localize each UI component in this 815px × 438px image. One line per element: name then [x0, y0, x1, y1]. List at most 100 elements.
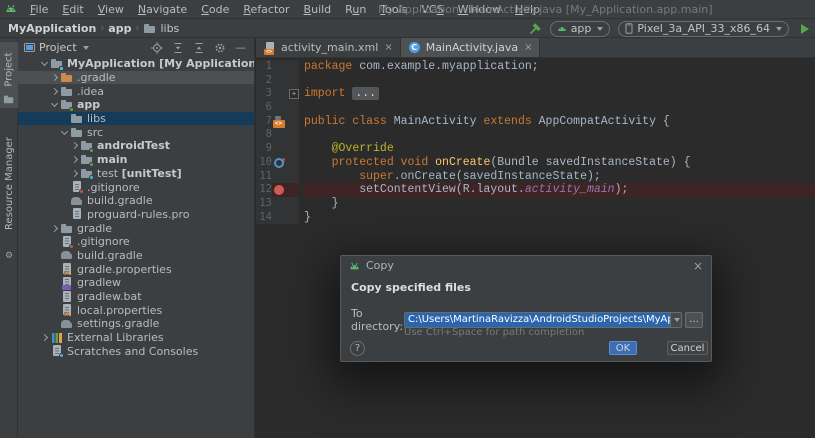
tree-item--gradle[interactable]: .gradle [18, 70, 254, 85]
device-label: Pixel_3a_API_33_x86_64 [637, 22, 770, 35]
tree-chevron-icon[interactable] [68, 169, 80, 177]
tree-item-myapplication-my-application-[interactable]: MyApplication [My Application]C:\Users\M… [18, 57, 254, 71]
tree-item-label: .gradle [77, 71, 116, 85]
tree-item-gradlew[interactable]: gradlew [18, 276, 254, 290]
tree-chevron-icon[interactable] [68, 142, 80, 150]
project-folder-icon [50, 58, 64, 71]
hide-panel-icon[interactable]: — [235, 41, 246, 54]
breadcrumb-label: app [108, 21, 132, 35]
project-view-selector[interactable]: Project [24, 41, 89, 54]
settings-gear-icon[interactable] [214, 42, 226, 54]
browse-button[interactable]: … [685, 312, 703, 328]
tool-stripe-structure[interactable]: Structure [0, 400, 18, 438]
tree-item-label: gradlew [77, 276, 122, 290]
locate-file-icon[interactable] [151, 41, 163, 54]
editor-tab-mainactivity-java[interactable]: MainActivity.java × [400, 38, 541, 57]
file-gitignore-icon [70, 181, 84, 194]
tree-chevron-icon[interactable] [38, 59, 50, 67]
tree-item-app[interactable]: app [18, 98, 254, 112]
android-studio-window: File Edit View Navigate Code Refactor Build Run… [0, 0, 815, 438]
to-directory-value[interactable]: C:\Users\MartinaRavizza\AndroidStudioPro… [405, 313, 671, 327]
tree-item-main[interactable]: main [18, 153, 254, 167]
tree-chevron-icon[interactable] [38, 334, 50, 342]
menu-item-navigate[interactable]: Navigate [132, 2, 193, 17]
line-number: 8 [256, 128, 272, 143]
editor-tab-activity-main-xml[interactable]: activity_main.xml × [256, 38, 401, 57]
gutter-slot[interactable] [272, 183, 287, 197]
tree-item-gradle-properties[interactable]: gradle.properties [18, 262, 254, 276]
breadcrumb-item-app[interactable]: app [108, 22, 131, 35]
close-icon[interactable]: × [693, 259, 703, 273]
tree-item-libs[interactable]: libs [18, 111, 254, 126]
code-line-text: protected void onCreate(Bundle savedInst… [331, 155, 691, 169]
line-number: 11 [256, 169, 272, 184]
tree-chevron-icon[interactable] [58, 127, 70, 135]
navigation-toolbar: MyApplication › app › libs app Pixel_3a_API_… [0, 19, 815, 38]
tool-stripe-project[interactable]: Project [0, 42, 18, 108]
menu-item-edit[interactable]: Edit [56, 2, 89, 17]
copy-dialog-titlebar[interactable]: Copy × [341, 256, 711, 275]
tree-item-settings-gradle[interactable]: settings.gradle [18, 317, 254, 331]
menu-item-build[interactable]: Build [298, 2, 338, 17]
fold-slot[interactable] [287, 87, 301, 102]
tree-item-gradle[interactable]: gradle [18, 221, 254, 235]
tab-close-icon[interactable]: × [524, 42, 532, 53]
tree-item-src[interactable]: src [18, 125, 254, 139]
gutter-slot [272, 142, 287, 156]
fold-plus-icon[interactable] [287, 88, 301, 100]
tree-item-proguard-rules-pro[interactable]: proguard-rules.pro [18, 208, 254, 222]
menu-item-code[interactable]: Code [195, 2, 235, 17]
tool-stripe-resource-manager[interactable]: Resource Manager ⚙ [0, 120, 18, 262]
tree-item-androidtest[interactable]: androidTest [18, 139, 254, 153]
menu-item-view[interactable]: View [92, 2, 130, 17]
run-config-dropdown[interactable]: app [549, 20, 611, 37]
tree-item-build-gradle[interactable]: build.gradle [18, 194, 254, 208]
menu-item-file[interactable]: File [24, 2, 54, 17]
tree-item-label: build.gradle [77, 248, 143, 262]
to-directory-combobox[interactable]: C:\Users\MartinaRavizza\AndroidStudioPro… [404, 312, 682, 328]
code-editor[interactable]: 1 package com.example.myapplication; 23 imp… [256, 58, 815, 225]
build-hammer-icon[interactable] [528, 22, 542, 35]
breakpoint-icon[interactable] [273, 184, 287, 196]
run-button[interactable] [801, 23, 809, 34]
tree-item-external-libraries[interactable]: External Libraries [18, 331, 254, 345]
gutter-slot[interactable] [272, 114, 287, 129]
gutter-slot [272, 196, 287, 211]
tree-item--gitignore[interactable]: .gitignore [18, 180, 254, 194]
cancel-button[interactable]: Cancel [667, 341, 708, 355]
help-button[interactable]: ? [350, 341, 365, 356]
project-panel-title: Project [39, 41, 77, 54]
menu-item-refactor[interactable]: Refactor [237, 2, 295, 17]
code-line-text: package com.example.myapplication; [304, 60, 539, 73]
tree-item-label: gradle.properties [77, 262, 172, 276]
tree-item-test[interactable]: test [unitTest] [18, 167, 254, 181]
menu-item-run[interactable]: Run [339, 2, 372, 17]
tree-chevron-icon[interactable] [48, 100, 60, 108]
tree-chevron-icon[interactable] [48, 224, 60, 232]
collapse-all-icon[interactable] [193, 42, 205, 54]
code-line-text: } [304, 196, 339, 210]
fold-slot [287, 128, 299, 143]
combobox-arrow[interactable] [670, 313, 681, 327]
file-script-icon [60, 276, 74, 290]
device-dropdown[interactable]: Pixel_3a_API_33_x86_64 [618, 20, 789, 37]
folder-orange-icon [60, 72, 74, 84]
gutter-slot[interactable] [272, 156, 287, 170]
expand-all-icon[interactable] [172, 42, 184, 54]
tree-item-build-gradle[interactable]: build.gradle [18, 249, 254, 263]
breadcrumb-separator: › [100, 22, 105, 34]
tree-item--idea[interactable]: .idea [18, 84, 254, 98]
tree-chevron-icon[interactable] [68, 156, 80, 164]
tree-item--gitignore[interactable]: .gitignore [18, 235, 254, 249]
file-gitignore-icon [60, 235, 74, 249]
tree-chevron-icon[interactable] [48, 73, 60, 82]
tab-close-icon[interactable]: × [384, 42, 392, 53]
tree-item-local-properties[interactable]: local.properties [18, 303, 254, 317]
breadcrumb-item-myapplication[interactable]: MyApplication [8, 22, 96, 35]
tree-item-scratches-and-consoles[interactable]: Scratches and Consoles [18, 344, 254, 359]
tree-chevron-icon[interactable] [48, 87, 60, 95]
ok-button[interactable]: OK [609, 341, 637, 355]
breadcrumb-item-libs[interactable]: libs [143, 22, 179, 35]
fold-slot [287, 183, 299, 197]
tree-item-gradlew-bat[interactable]: gradlew.bat [18, 290, 254, 304]
